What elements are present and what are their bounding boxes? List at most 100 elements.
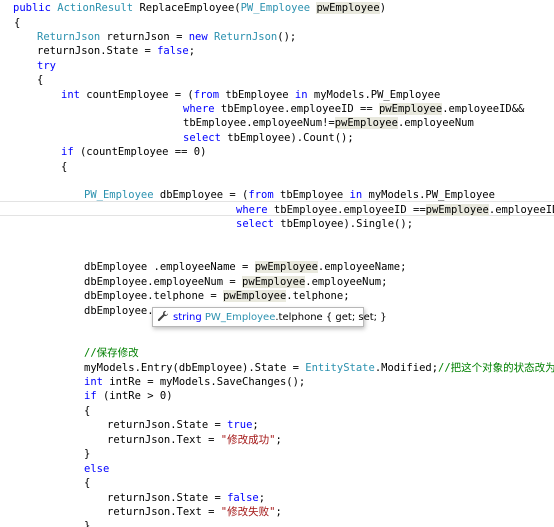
code-text: dbEmployee .employeeName = [84, 261, 255, 273]
code-text: tbEmployee).Count(); [220, 132, 354, 144]
type-returnjson: ReturnJson [37, 31, 101, 43]
wrench-icon [157, 310, 169, 322]
tooltip-keyword: string [173, 312, 202, 323]
highlighted-reference: pwEmployee [223, 290, 287, 302]
code-line-where-num[interactable]: tbEmployee.employeeNum!=pwEmployee.emplo… [183, 116, 474, 130]
code-text: dbEmployee.a [84, 305, 160, 317]
code-text: ; [258, 492, 266, 504]
code-text: returnJson.Text = [107, 506, 221, 518]
highlighted-reference: pwEmployee [425, 204, 489, 216]
code-text: (intRe > 0) [96, 390, 173, 402]
code-text: tbEmployee.employeeID == [214, 103, 379, 115]
code-line-brace[interactable]: { [84, 476, 90, 490]
code-text: .employeeID&& [442, 103, 525, 115]
code-line-brace[interactable]: { [84, 404, 90, 418]
code-text: returnJson.Text = [107, 434, 221, 446]
type-pw-employee: PW_Employee [84, 189, 154, 201]
code-line-count-query[interactable]: int countEmployee = (from tbEmployee in … [61, 88, 440, 102]
keyword-false: false [227, 492, 259, 504]
string-literal: "修改成功" [220, 434, 276, 446]
keyword-from: from [193, 89, 220, 101]
highlighted-reference: pwEmployee [334, 117, 398, 129]
code-text: ; [275, 506, 282, 518]
code-line-entry-state[interactable]: myModels.Entry(dbEmployee).State = Entit… [84, 361, 554, 375]
keyword-try: try [37, 60, 56, 72]
code-line-else[interactable]: else [84, 462, 109, 476]
code-line-returnjson-decl[interactable]: ReturnJson returnJson = new ReturnJson()… [37, 30, 296, 44]
code-line-where-single[interactable]: where tbEmployee.employeeID ==pwEmployee… [236, 203, 554, 217]
code-text: tbEmployee [219, 89, 295, 101]
highlighted-reference: pwEmployee [254, 261, 318, 273]
code-line-brace[interactable]: } [84, 519, 90, 527]
code-line-if-intre[interactable]: if (intRe > 0) [84, 389, 173, 403]
code-text: dbEmployee.telphone = [84, 290, 224, 302]
method-name: ReplaceEmployee( [133, 2, 241, 14]
code-line-method-signature[interactable]: public ActionResult ReplaceEmployee(PW_E… [13, 1, 386, 15]
tooltip-member: .telphone [275, 312, 323, 323]
highlighted-reference: pwEmployee [378, 103, 443, 115]
code-line-brace[interactable]: { [61, 160, 67, 174]
type-returnjson: ReturnJson [214, 31, 278, 43]
code-text: ; [252, 419, 259, 431]
code-line-state-true[interactable]: returnJson.State = true; [107, 418, 259, 432]
keyword-in: in [349, 189, 363, 201]
code-text: ; [188, 45, 196, 57]
param-name: pwEmployee [316, 2, 380, 14]
code-line-try[interactable]: try [37, 59, 56, 73]
code-text: (); [277, 31, 297, 43]
code-line-text-success[interactable]: returnJson.Text = "修改成功"; [107, 433, 282, 447]
code-text: .employeeID [488, 204, 554, 216]
code-comment: //保存修改 [84, 347, 139, 359]
code-editor[interactable]: public ActionResult ReplaceEmployee(PW_E… [0, 0, 554, 527]
code-line-assign-num[interactable]: dbEmployee.employeeNum = pwEmployee.empl… [84, 275, 387, 289]
keyword-public: public [13, 2, 51, 14]
code-line-select-count[interactable]: select tbEmployee).Count(); [183, 131, 354, 145]
code-text: .employeeNum; [305, 276, 388, 288]
keyword-from: from [248, 189, 274, 201]
code-text: .employeeNum [397, 117, 474, 129]
keyword-in: in [294, 89, 308, 101]
code-text: .employeeName; [317, 261, 407, 273]
keyword-new: new [188, 31, 208, 43]
code-text: myModels.PW_Employee [362, 189, 495, 201]
code-line-single-query[interactable]: PW_Employee dbEmployee = (from tbEmploye… [84, 188, 495, 202]
string-literal: "修改失败" [220, 506, 276, 518]
keyword-true: true [227, 419, 253, 431]
tooltip-accessors: { get; set; } [322, 312, 387, 323]
code-line-comment-save[interactable]: //保存修改 [84, 346, 139, 360]
code-line-brace[interactable]: } [84, 447, 90, 461]
code-text: .telphone; [286, 290, 350, 302]
code-line-select-single[interactable]: select tbEmployee).Single(); [236, 217, 413, 231]
type-actionresult: ActionResult [57, 2, 134, 14]
code-text: returnJson.State = [37, 45, 158, 57]
keyword-select: select [236, 218, 274, 230]
code-text: tbEmployee.employeeNum!= [183, 117, 335, 129]
code-line-save-changes[interactable]: int intRe = myModels.SaveChanges(); [84, 375, 305, 389]
code-line-brace[interactable]: { [37, 73, 43, 87]
highlighted-reference: pwEmployee [242, 276, 306, 288]
code-line-state-false[interactable]: returnJson.State = false; [37, 44, 195, 58]
code-text: returnJson.State = [107, 492, 228, 504]
code-line-state-false[interactable]: returnJson.State = false; [107, 491, 265, 505]
code-text: countEmployee = ( [79, 89, 194, 101]
quickinfo-tooltip: string PW_Employee.telphone { get; set; … [152, 307, 387, 327]
code-text: tbEmployee.employeeID == [267, 204, 426, 216]
code-line-assign-telphone[interactable]: dbEmployee.telphone = pwEmployee.telphon… [84, 289, 350, 303]
code-line-assign-partial[interactable]: dbEmployee.a [84, 304, 160, 318]
tooltip-type: PW_Employee [204, 312, 276, 323]
code-line-text-fail[interactable]: returnJson.Text = "修改失败"; [107, 505, 282, 519]
code-text: dbEmployee.employeeNum = [84, 276, 243, 288]
type-entitystate: EntityState [305, 362, 375, 374]
code-text: (countEmployee == 0) [73, 146, 207, 158]
keyword-else: else [84, 463, 110, 475]
code-line-where-id[interactable]: where tbEmployee.employeeID == pwEmploye… [183, 102, 524, 116]
paren-close: ) [379, 2, 387, 14]
code-text: tbEmployee).Single(); [273, 218, 414, 230]
param-type: PW_Employee [240, 2, 311, 14]
code-text: returnJson.State = [107, 419, 228, 431]
code-text: intRe = myModels.SaveChanges(); [102, 376, 306, 388]
code-line-brace[interactable]: { [14, 16, 20, 30]
code-text: myModels.Entry(dbEmployee).State = [84, 362, 306, 374]
code-line-assign-name[interactable]: dbEmployee .employeeName = pwEmployee.em… [84, 260, 406, 274]
code-line-if-count[interactable]: if (countEmployee == 0) [61, 145, 206, 159]
